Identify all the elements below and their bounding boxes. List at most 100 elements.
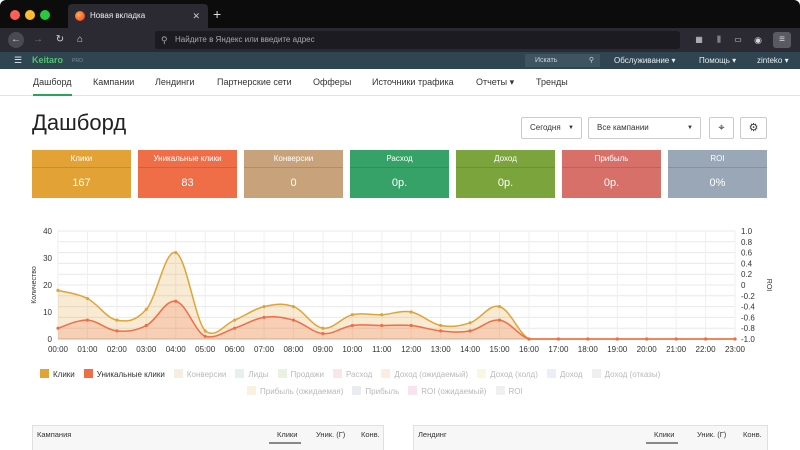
help-menu[interactable]: Помощь ▾: [699, 52, 736, 69]
legend-item[interactable]: Уникальные клики: [83, 369, 165, 379]
x-tick-label: 14:00: [460, 345, 481, 354]
refresh-button[interactable]: ⌖: [709, 117, 734, 139]
data-point: [56, 288, 60, 292]
maintenance-menu[interactable]: Обслуживание ▾: [614, 52, 675, 69]
col-landing[interactable]: Лендинг: [418, 426, 447, 444]
legend-swatch: [83, 369, 93, 378]
period-select[interactable]: Сегодня ▼: [521, 117, 582, 139]
data-point: [409, 323, 413, 328]
legend-item[interactable]: Доход: [546, 369, 583, 379]
legend-item[interactable]: ROI: [495, 386, 523, 396]
legend-item[interactable]: Доход (отказы): [591, 369, 660, 379]
back-icon[interactable]: ←: [8, 32, 24, 48]
col-conversions[interactable]: Конв.: [743, 426, 762, 444]
address-placeholder: Найдите в Яндекс или введите адрес: [175, 35, 315, 44]
data-point: [115, 318, 119, 322]
data-point: [144, 307, 148, 311]
col-clicks[interactable]: Клики: [646, 426, 679, 444]
campaign-select[interactable]: Все кампании ▼: [588, 117, 701, 139]
stat-card: Уникальные клики 83: [138, 150, 237, 198]
browser-tab[interactable]: Новая вкладка ✕: [68, 4, 208, 28]
sidebar-icon[interactable]: ▭: [729, 32, 747, 48]
nav-reports[interactable]: Отчеты ▾: [476, 69, 514, 96]
caret-down-icon: ▼: [568, 125, 574, 131]
global-search-input[interactable]: Искать ⚲: [525, 54, 600, 67]
settings-button[interactable]: ⚙: [740, 117, 767, 139]
brand-logo[interactable]: Keitaro: [32, 52, 63, 69]
x-tick-label: 12:00: [401, 345, 422, 354]
reload-icon[interactable]: ↻: [51, 32, 69, 48]
nav-dashboard[interactable]: Дашборд: [33, 69, 72, 96]
x-tick-label: 11:00: [372, 345, 392, 354]
legend-label: ROI: [508, 387, 523, 396]
nav-affiliate-networks[interactable]: Партнерские сети: [217, 69, 292, 96]
maximize-window-button[interactable]: [40, 10, 50, 20]
nav-traffic-sources[interactable]: Источники трафика: [372, 69, 454, 96]
nav-trends[interactable]: Тренды: [536, 69, 568, 96]
tab-title: Новая вкладка: [90, 11, 146, 20]
nav-offers[interactable]: Офферы: [313, 69, 351, 96]
legend-label: Прибыль: [365, 387, 400, 396]
stat-card: Клики 167: [32, 150, 131, 198]
x-tick-label: 18:00: [578, 345, 599, 354]
legend-item[interactable]: ROI (ожидаемый): [408, 386, 487, 396]
data-point: [233, 326, 237, 330]
extension-icon[interactable]: ▦: [690, 32, 708, 48]
stat-value: 0%: [709, 177, 726, 189]
forward-icon[interactable]: →: [29, 32, 47, 48]
legend-label: Расход: [345, 370, 373, 379]
data-point: [468, 321, 472, 325]
legend-label: Доход: [559, 370, 583, 379]
nav-landings[interactable]: Лендинги: [155, 69, 194, 96]
legend-item[interactable]: Расход: [332, 369, 373, 379]
account-icon[interactable]: ◉: [749, 32, 767, 48]
campaign-value: Все кампании: [597, 123, 649, 132]
close-tab-icon[interactable]: ✕: [192, 4, 200, 28]
library-icon[interactable]: ⫼: [710, 32, 728, 48]
legend-item[interactable]: Клики: [40, 369, 75, 379]
data-point: [144, 323, 148, 328]
nav-campaigns[interactable]: Кампании: [93, 69, 134, 96]
col-conversions[interactable]: Конв.: [361, 426, 380, 444]
data-point: [497, 305, 502, 309]
legend-item[interactable]: Конверсии: [173, 369, 226, 379]
legend-item[interactable]: Лиды: [235, 369, 269, 379]
x-tick-label: 02:00: [107, 345, 128, 354]
data-point: [85, 296, 90, 301]
data-point: [527, 337, 531, 341]
main-nav: Дашборд Кампании Лендинги Партнерские се…: [0, 69, 800, 96]
y2-tick-label: -1.0: [741, 335, 755, 344]
legend-label: Клики: [53, 370, 75, 379]
data-point: [233, 318, 237, 322]
stat-card: Прибыль 0р.: [562, 150, 661, 198]
legend-swatch: [408, 386, 418, 395]
stat-label: Прибыль: [562, 150, 661, 168]
y-tick-label: 0: [48, 335, 53, 344]
legend-item[interactable]: Прибыль (ожидаемая): [247, 386, 343, 396]
close-window-button[interactable]: [10, 10, 20, 20]
y-tick-label: 40: [43, 227, 52, 236]
hamburger-menu-icon[interactable]: ☰: [14, 52, 22, 69]
x-tick-label: 06:00: [225, 345, 246, 354]
legend-item[interactable]: Доход (ожидаемый): [381, 369, 468, 379]
col-unique[interactable]: Уник. (Г): [697, 426, 726, 444]
address-bar[interactable]: ⚲ Найдите в Яндекс или введите адрес: [155, 31, 680, 49]
col-unique[interactable]: Уник. (Г): [316, 426, 345, 444]
new-tab-button[interactable]: +: [213, 4, 221, 24]
col-campaign[interactable]: Кампания: [37, 426, 71, 444]
legend-item[interactable]: Доход (холд): [477, 369, 538, 379]
legend-item[interactable]: Продажи: [277, 369, 324, 379]
legend-item[interactable]: Прибыль: [352, 386, 399, 396]
home-icon[interactable]: ⌂: [71, 32, 89, 48]
user-menu[interactable]: zinteko ▾: [757, 52, 789, 69]
stat-value: 0р.: [497, 177, 514, 189]
app-menu-icon[interactable]: ≡: [773, 32, 791, 48]
data-point: [203, 334, 207, 338]
tab-bar: Новая вкладка ✕ +: [0, 0, 800, 28]
stat-value: 83: [181, 177, 194, 189]
browser-toolbar: ← → ↻ ⌂ ⚲ Найдите в Яндекс или введите а…: [0, 28, 800, 52]
col-clicks[interactable]: Клики: [269, 426, 302, 444]
data-point: [174, 299, 178, 303]
data-point: [439, 329, 443, 333]
minimize-window-button[interactable]: [25, 10, 35, 20]
